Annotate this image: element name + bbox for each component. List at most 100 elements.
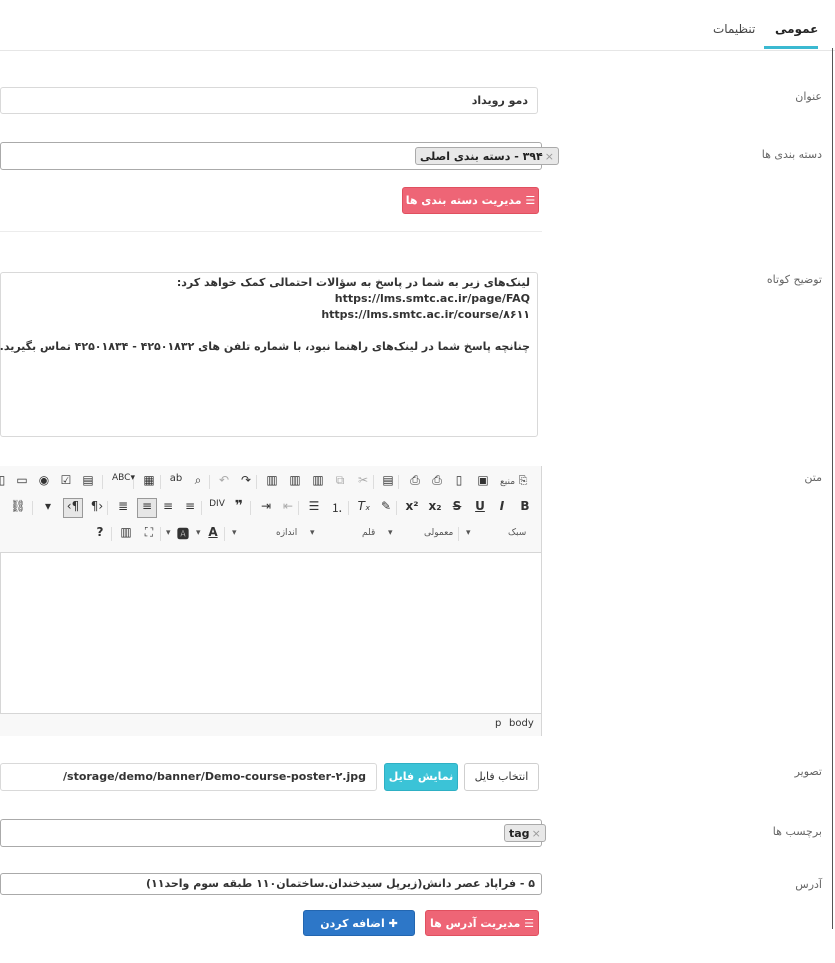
- print-icon[interactable]: ⎙: [407, 473, 423, 488]
- undo-icon[interactable]: ↶: [216, 473, 232, 487]
- size-combo-arrow[interactable]: ▾: [232, 528, 237, 538]
- numbered-list-icon[interactable]: ⒈: [329, 499, 345, 516]
- toolbar-separator: [250, 501, 251, 515]
- manage-addresses-button[interactable]: ☰ مدیریت آدرس ها: [425, 910, 539, 936]
- short-desc-line: https://lms.smtc.ac.ir/page/FAQ: [334, 292, 530, 305]
- language-icon[interactable]: ▾: [40, 499, 56, 513]
- paste-text-icon[interactable]: ▥: [287, 473, 303, 487]
- align-right-icon[interactable]: ≡: [137, 498, 157, 518]
- replace-icon[interactable]: ab: [168, 473, 184, 484]
- path-p[interactable]: p: [495, 718, 501, 729]
- textarea-icon[interactable]: ▯: [0, 473, 10, 487]
- tab-general[interactable]: عمومی: [775, 22, 818, 36]
- style-combo-arrow[interactable]: ▾: [466, 528, 471, 538]
- justify-icon[interactable]: ≣: [115, 499, 131, 513]
- editor-statusbar: [0, 713, 541, 736]
- spellcheck-icon[interactable]: ABC▾: [112, 473, 135, 483]
- bold-icon[interactable]: B: [517, 499, 533, 513]
- tab-settings[interactable]: تنظیمات: [713, 22, 755, 36]
- font-combo-arrow[interactable]: ▾: [310, 528, 315, 538]
- save-icon[interactable]: ▣: [475, 473, 491, 487]
- format-combo-arrow[interactable]: ▾: [388, 528, 393, 538]
- format-combo[interactable]: معمولی: [424, 528, 453, 538]
- toolbar-separator: [298, 501, 299, 515]
- editor-content[interactable]: [1, 553, 540, 712]
- remove-tag-icon[interactable]: ×: [532, 827, 541, 840]
- tags-input[interactable]: [0, 819, 542, 847]
- categories-label: دسته بندی ها: [761, 148, 822, 161]
- find-icon[interactable]: ⌕: [190, 473, 206, 488]
- add-address-label: اضافه کردن آدرس: [320, 917, 385, 956]
- image-label: تصویر: [794, 765, 822, 778]
- show-file-button[interactable]: نمایش فایل: [384, 763, 458, 791]
- panel-border: [832, 48, 833, 929]
- font-combo[interactable]: قلم: [362, 528, 375, 538]
- indent-icon[interactable]: ⇥: [258, 499, 274, 513]
- bulleted-list-icon[interactable]: ☰: [306, 499, 322, 513]
- text-color-arrow[interactable]: ▾: [196, 528, 201, 538]
- subscript-icon[interactable]: x₂: [427, 499, 443, 513]
- link-icon[interactable]: ⛓: [10, 499, 26, 513]
- toolbar-separator: [373, 475, 374, 489]
- new-page-icon[interactable]: ▯: [451, 473, 467, 487]
- help-icon[interactable]: ?: [92, 525, 108, 539]
- size-combo[interactable]: اندازه: [276, 528, 297, 538]
- tag-chip[interactable]: ×tag: [504, 824, 546, 842]
- short-desc-line: لینک‌های زیر به شما در پاسخ به سؤالات اح…: [176, 276, 530, 289]
- toolbar-separator: [398, 475, 399, 489]
- toolbar-separator: [224, 527, 225, 541]
- address-select[interactable]: ۵ - فراپاد عصر دانش(زیرپل سیدخندان.ساختم…: [0, 873, 542, 895]
- toolbar-separator: [201, 501, 202, 515]
- source-icon[interactable]: ⎘: [515, 474, 531, 488]
- source-button-label[interactable]: منبع: [500, 477, 515, 487]
- short-desc-line: چنانچه پاسخ شما در لینک‌های راهنما نبود،…: [0, 340, 530, 353]
- cut-icon[interactable]: ✂: [355, 473, 371, 487]
- select-all-icon[interactable]: ▦: [141, 473, 157, 487]
- form-icon[interactable]: ▤: [80, 473, 96, 487]
- bg-color-icon[interactable]: 🅰: [175, 525, 191, 542]
- redo-icon[interactable]: ↷: [238, 473, 254, 487]
- category-tag[interactable]: ×۳۹۴ - دسته بندی اصلی: [415, 147, 559, 165]
- text-color-icon[interactable]: A: [205, 525, 221, 539]
- textfield-icon[interactable]: ▭: [14, 473, 30, 487]
- remove-format-icon[interactable]: Tₓ: [356, 499, 372, 513]
- path-body[interactable]: body: [509, 718, 534, 729]
- toolbar-separator: [256, 475, 257, 489]
- bg-color-arrow[interactable]: ▾: [166, 528, 171, 538]
- paste-word-icon[interactable]: ▥: [264, 473, 280, 487]
- remove-tag-icon[interactable]: ×: [545, 150, 554, 163]
- copy-format-icon[interactable]: ✎: [378, 499, 394, 513]
- italic-icon[interactable]: I: [494, 499, 510, 513]
- div-container-icon[interactable]: DIV: [209, 499, 225, 509]
- paste-icon[interactable]: ▥: [310, 473, 326, 487]
- maximize-icon[interactable]: ⛶: [141, 525, 157, 540]
- title-input[interactable]: دمو رویداد: [0, 87, 538, 114]
- toolbar-separator: [160, 527, 161, 541]
- copy-icon[interactable]: ⧉: [332, 473, 348, 488]
- add-address-button[interactable]: ✚ اضافه کردن آدرس: [303, 910, 415, 956]
- align-center-icon[interactable]: ≡: [160, 499, 176, 513]
- ltr-icon[interactable]: ¶›: [89, 499, 105, 513]
- short-desc-label: توضیح کوتاه: [766, 273, 822, 286]
- manage-categories-button[interactable]: ☰ مدیریت دسته بندی ها: [402, 187, 539, 214]
- radio-icon[interactable]: ◉: [36, 473, 52, 487]
- strike-icon[interactable]: S: [449, 499, 465, 513]
- checkbox-icon[interactable]: ☑: [58, 473, 74, 487]
- superscript-icon[interactable]: x²: [404, 499, 420, 513]
- templates-icon[interactable]: ▤: [380, 473, 396, 487]
- style-combo[interactable]: سبک: [508, 528, 526, 538]
- underline-icon[interactable]: U: [472, 499, 488, 513]
- toolbar-separator: [458, 527, 459, 541]
- toolbar-separator: [348, 501, 349, 515]
- image-path-input[interactable]: /storage/demo/banner/Demo-course-poster-…: [0, 763, 377, 791]
- choose-file-button[interactable]: انتخاب فایل: [464, 763, 539, 791]
- toolbar-separator: [209, 475, 210, 489]
- preview-icon[interactable]: ⎙: [429, 473, 445, 488]
- category-tag-label: ۳۹۴ - دسته بندی اصلی: [420, 150, 543, 163]
- outdent-icon[interactable]: ⇤: [280, 499, 296, 513]
- toolbar-separator: [107, 501, 108, 515]
- rtl-icon[interactable]: ‹¶: [63, 498, 83, 518]
- align-left-icon[interactable]: ≡: [182, 499, 198, 513]
- show-blocks-icon[interactable]: ▥: [118, 525, 134, 539]
- blockquote-icon[interactable]: ❞: [231, 498, 247, 514]
